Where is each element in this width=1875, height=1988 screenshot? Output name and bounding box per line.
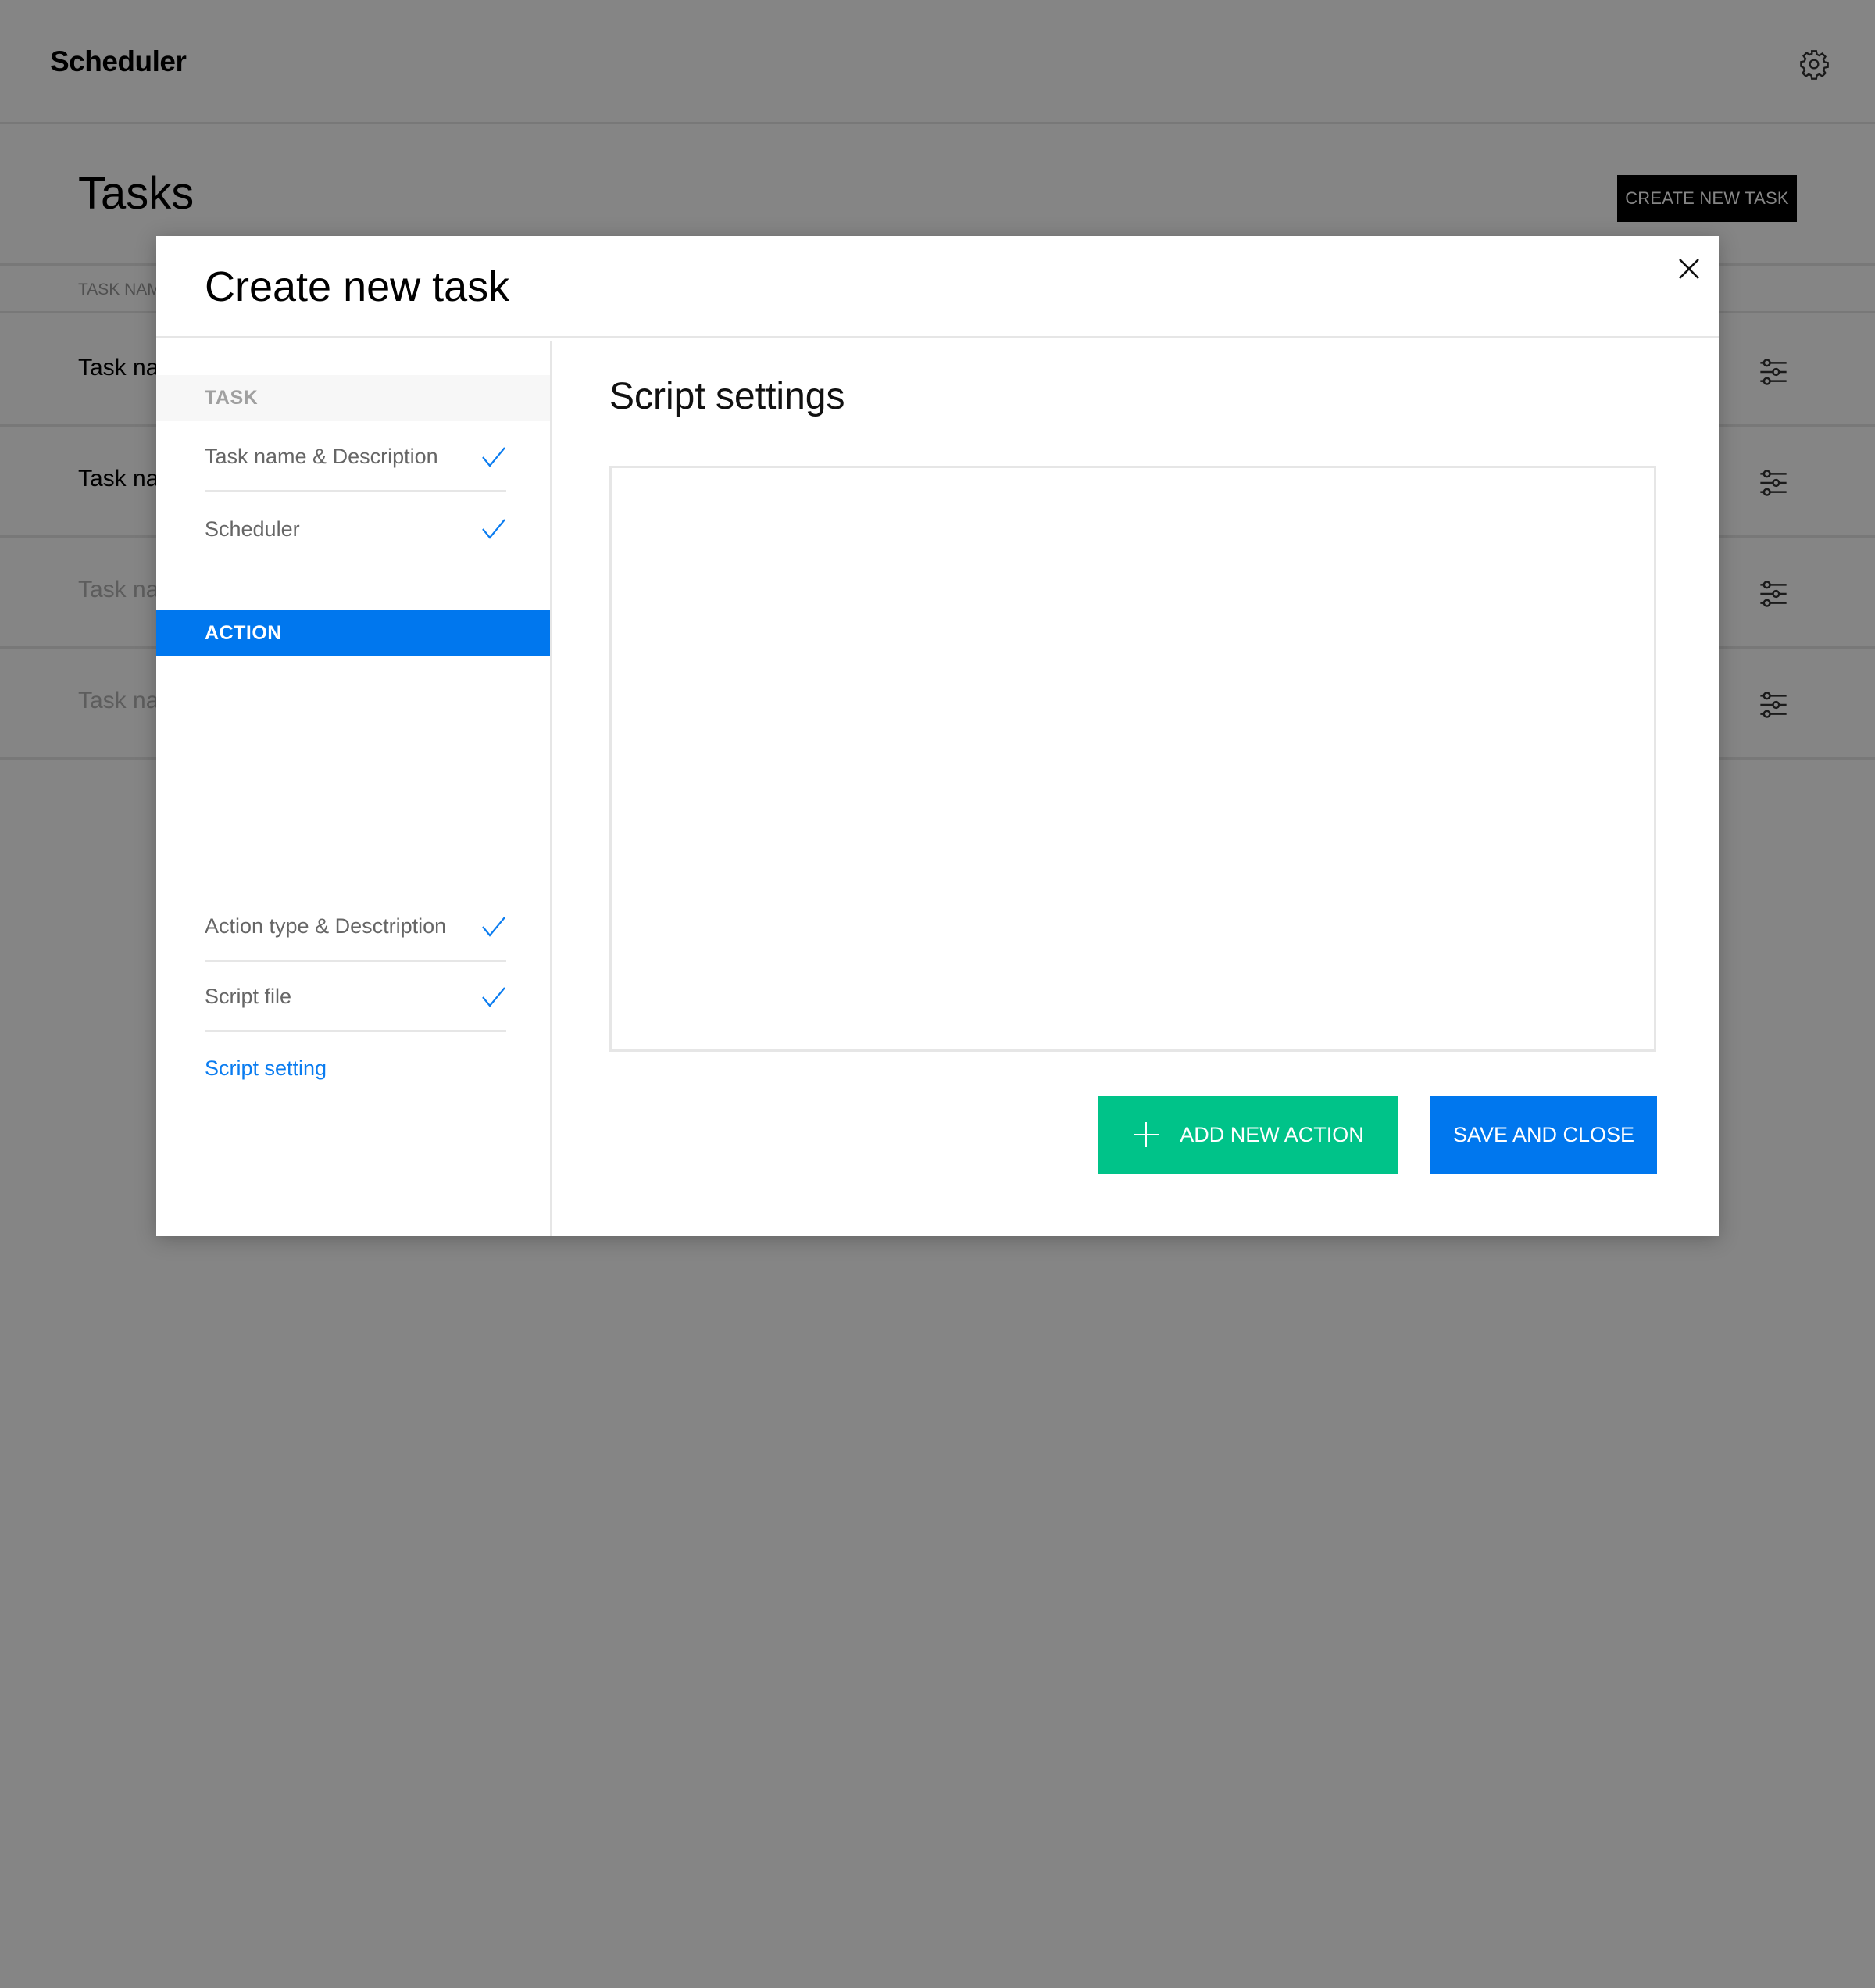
content-title: Script settings xyxy=(609,376,845,417)
checkmark-icon xyxy=(482,446,505,467)
step-label: Scheduler xyxy=(205,517,300,541)
add-new-action-button[interactable]: ADD NEW ACTION xyxy=(1098,1096,1398,1174)
save-and-close-button[interactable]: SAVE AND CLOSE xyxy=(1430,1096,1657,1174)
section-header-action: ACTION xyxy=(156,610,550,656)
step-task-name-description[interactable]: Task name & Description xyxy=(205,424,506,492)
checkmark-icon xyxy=(482,986,505,1007)
step-script-file[interactable]: Script file xyxy=(205,964,506,1032)
step-script-setting[interactable]: Script setting xyxy=(205,1034,506,1103)
wizard-content: Script settings ADD NEW ACTION SAVE AND … xyxy=(552,341,1719,1236)
modal-header: Create new task xyxy=(156,236,1719,338)
step-scheduler[interactable]: Scheduler xyxy=(205,495,506,563)
section-header-task: TASK xyxy=(156,375,550,421)
close-button[interactable] xyxy=(1673,253,1705,284)
add-new-action-label: ADD NEW ACTION xyxy=(1180,1122,1364,1146)
plus-icon xyxy=(1134,1122,1159,1147)
checkmark-icon xyxy=(482,916,505,937)
step-action-type-description[interactable]: Action type & Desctription xyxy=(205,893,506,962)
step-label: Action type & Desctription xyxy=(205,914,447,938)
checkmark-icon xyxy=(482,519,505,539)
script-settings-textarea[interactable] xyxy=(609,466,1656,1052)
step-label: Script file xyxy=(205,985,292,1008)
modal-title: Create new task xyxy=(205,263,510,310)
wizard-sidebar: TASK Task name & Description Scheduler A… xyxy=(156,341,552,1236)
close-icon xyxy=(1679,259,1699,279)
step-label: Script setting xyxy=(205,1056,327,1080)
step-label: Task name & Description xyxy=(205,445,438,468)
create-task-modal: Create new task TASK Task name & Descrip… xyxy=(156,236,1719,1236)
